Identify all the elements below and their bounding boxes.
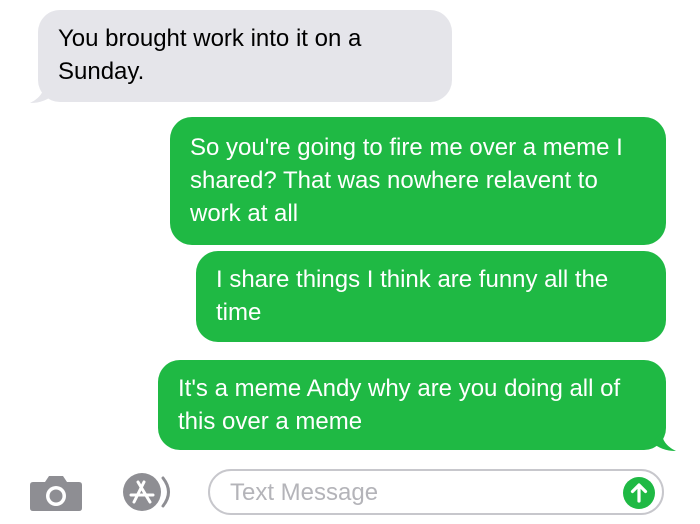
camera-button[interactable] (27, 470, 85, 514)
received-message-bubble: You brought work into it on a Sunday. (38, 10, 452, 102)
message-text: I share things I think are funny all the… (216, 266, 609, 326)
sent-message-bubble: So you're going to fire me over a meme I… (170, 117, 666, 245)
bubble-tail (652, 432, 676, 451)
send-arrow-icon (623, 477, 655, 509)
message-text: So you're going to fire me over a meme I… (190, 134, 623, 227)
camera-icon (30, 476, 82, 511)
message-text: It's a meme Andy why are you doing all o… (178, 375, 621, 435)
bubble-tail (30, 84, 54, 103)
message-composer (0, 462, 700, 524)
sent-message-bubble: It's a meme Andy why are you doing all o… (158, 360, 666, 450)
app-store-icon (123, 473, 170, 511)
message-thread: You brought work into it on a Sunday. So… (0, 0, 700, 462)
message-text-field[interactable] (208, 469, 664, 515)
message-input[interactable] (230, 478, 590, 508)
app-store-button[interactable] (118, 470, 184, 514)
send-button[interactable] (622, 476, 656, 510)
sent-message-bubble: I share things I think are funny all the… (196, 251, 666, 342)
message-text: You brought work into it on a Sunday. (58, 25, 362, 85)
